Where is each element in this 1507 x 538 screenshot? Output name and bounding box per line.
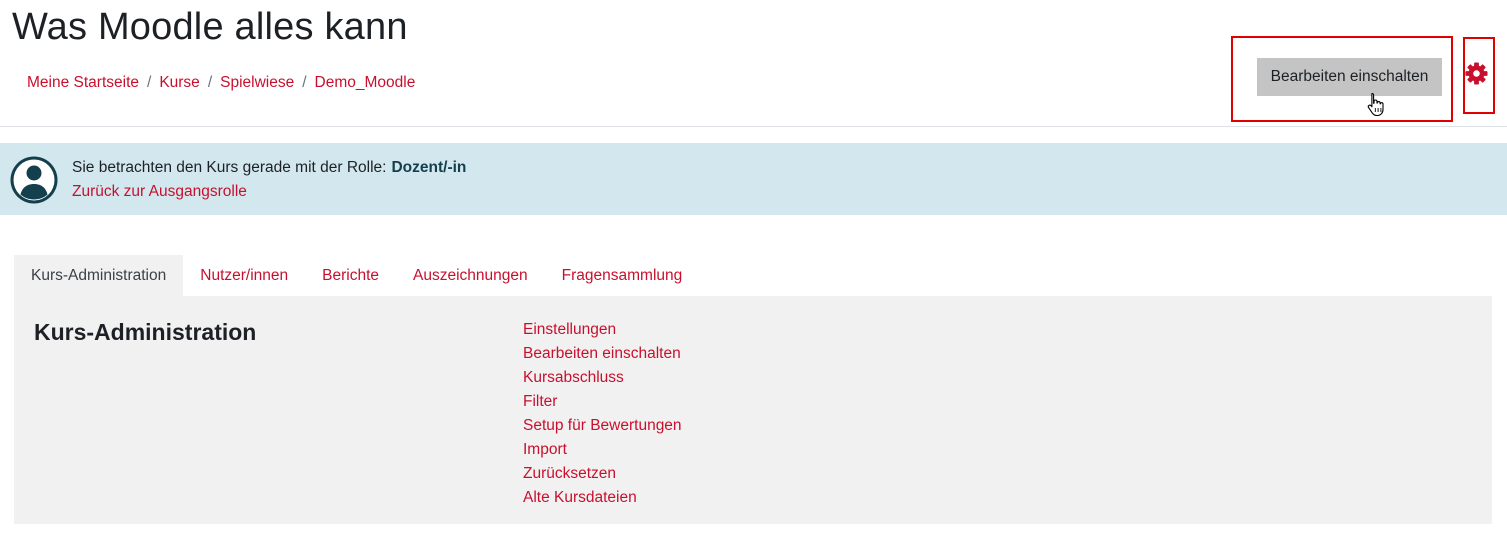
admin-link-course-completion[interactable]: Kursabschluss <box>523 369 624 386</box>
edit-mode-button[interactable]: Bearbeiten einschalten <box>1257 58 1442 96</box>
header-divider <box>0 126 1507 127</box>
breadcrumb-item-category[interactable]: Spielwiese <box>220 74 294 92</box>
tab-question-bank[interactable]: Fragensammlung <box>545 255 700 296</box>
breadcrumb: Meine Startseite / Kurse / Spielwiese / … <box>27 74 415 92</box>
breadcrumb-item-courses[interactable]: Kurse <box>159 74 200 92</box>
admin-link-reset[interactable]: Zurücksetzen <box>523 465 616 482</box>
breadcrumb-item-home[interactable]: Meine Startseite <box>27 74 139 92</box>
breadcrumb-separator: / <box>147 74 152 91</box>
tab-reports[interactable]: Berichte <box>305 255 396 296</box>
breadcrumb-separator: / <box>207 74 213 91</box>
tab-badges[interactable]: Auszeichnungen <box>396 255 545 296</box>
admin-link-filters[interactable]: Filter <box>523 393 557 410</box>
admin-link-gradebook-setup[interactable]: Setup für Bewertungen <box>523 417 682 434</box>
hand-pointer-cursor-icon <box>1367 92 1384 116</box>
tab-course-administration[interactable]: Kurs-Administration <box>14 255 184 296</box>
admin-link-import[interactable]: Import <box>523 441 567 458</box>
admin-link-legacy-files[interactable]: Alte Kursdateien <box>523 489 637 506</box>
role-name: Dozent/-in <box>391 159 467 176</box>
return-to-normal-role-link[interactable]: Zurück zur Ausgangsrolle <box>72 183 247 201</box>
role-notice-label: Sie betrachten den Kurs gerade mit der R… <box>72 159 387 176</box>
user-avatar-icon <box>10 156 58 204</box>
admin-link-settings[interactable]: Einstellungen <box>523 321 616 338</box>
admin-tabs: Kurs-Administration Nutzer/innen Bericht… <box>14 255 699 296</box>
admin-link-edit-mode[interactable]: Bearbeiten einschalten <box>523 345 681 362</box>
role-notice-text: Sie betrachten den Kurs gerade mit der R… <box>72 159 466 177</box>
admin-link-list: Einstellungen Bearbeiten einschalten Kur… <box>523 318 682 510</box>
tab-users[interactable]: Nutzer/innen <box>183 255 305 296</box>
breadcrumb-item-course[interactable]: Demo_Moodle <box>315 74 416 92</box>
panel-title: Kurs-Administration <box>34 319 257 345</box>
breadcrumb-separator: / <box>302 74 307 91</box>
role-notice-bar <box>0 143 1507 215</box>
gear-icon[interactable] <box>1465 62 1488 85</box>
page-title: Was Moodle alles kann <box>12 6 408 48</box>
